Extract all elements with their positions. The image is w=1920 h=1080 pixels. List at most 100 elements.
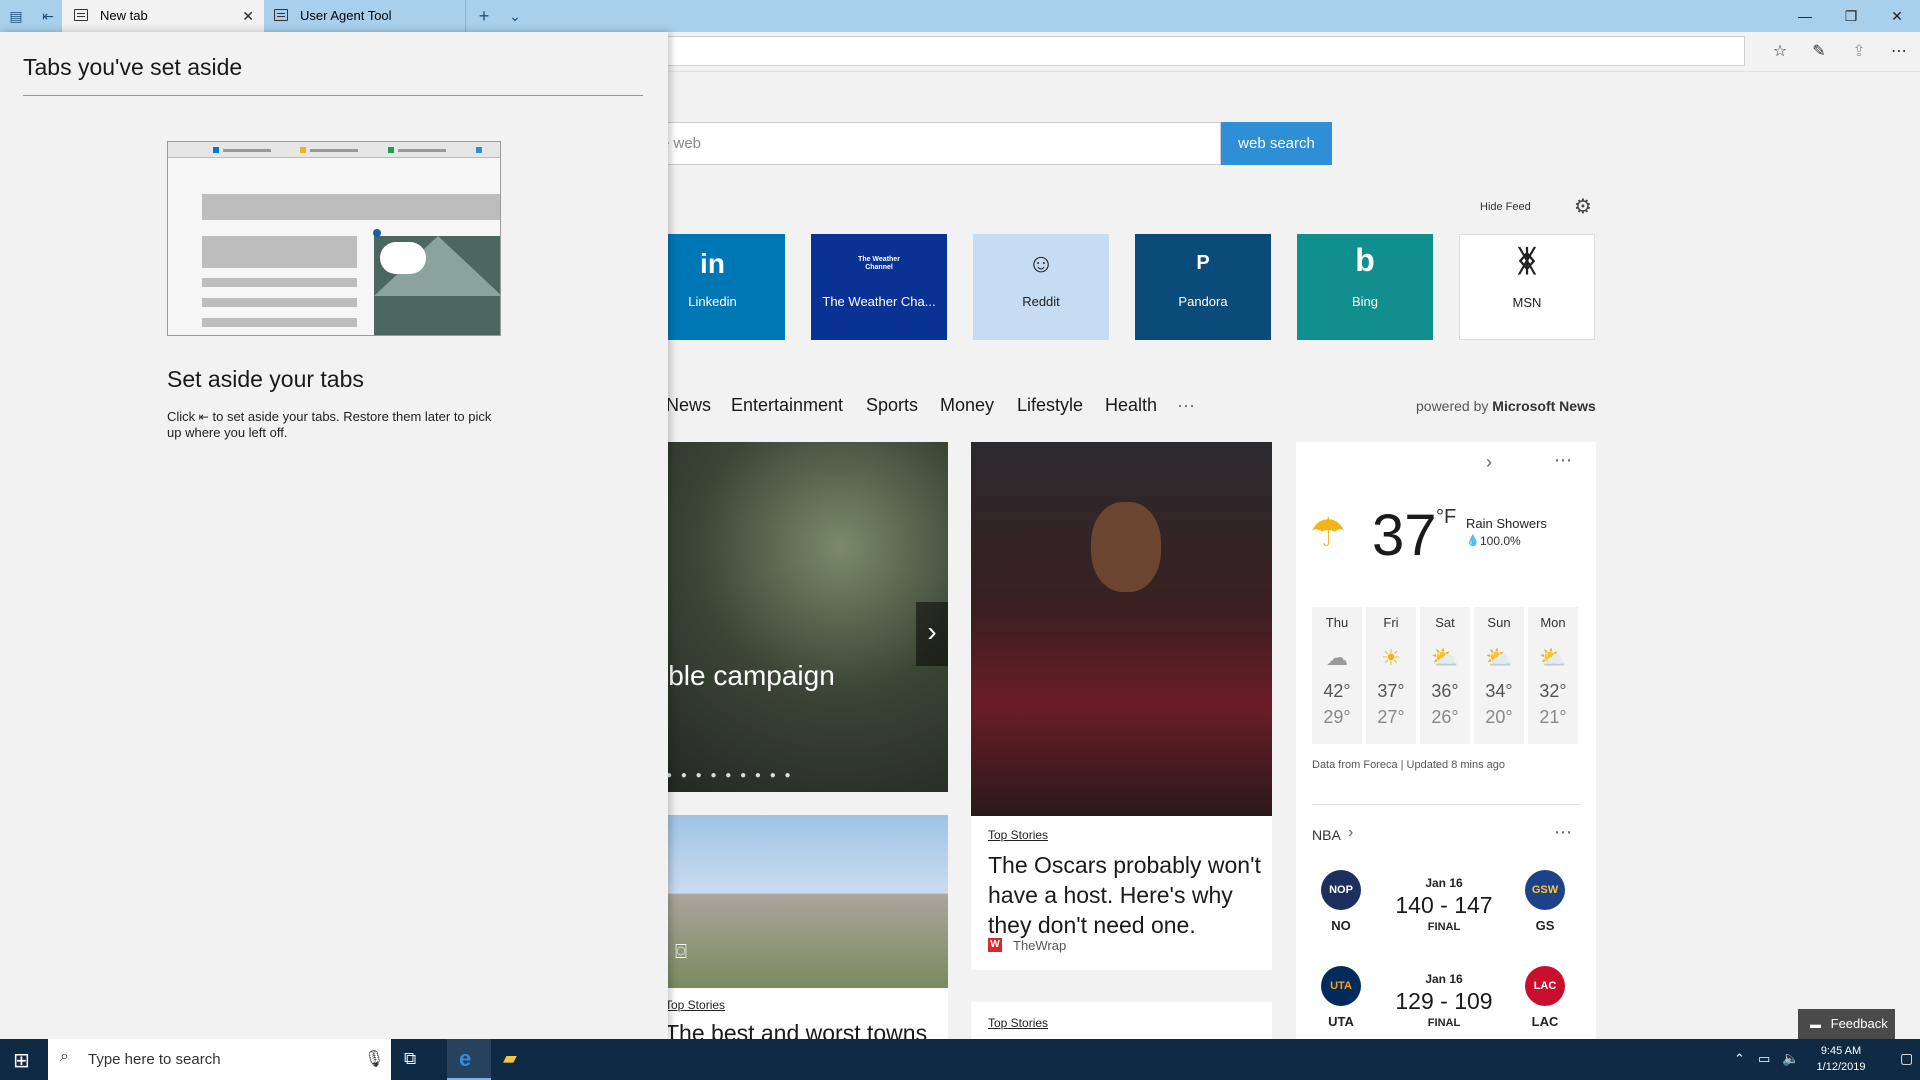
title-bar: ▤ ⇤ New tab ✕ User Agent Tool + ⌄ — ❐ ✕ bbox=[0, 0, 1920, 32]
team-abbr: LAC bbox=[1531, 1014, 1559, 1029]
carousel-next-icon[interactable]: › bbox=[916, 602, 948, 666]
forecast-low: 29° bbox=[1323, 707, 1351, 727]
game-score[interactable]: Jan 16 140 - 147 FINAL bbox=[1369, 876, 1519, 933]
chevron-up-icon[interactable]: ⌃ bbox=[1734, 1051, 1745, 1067]
tile-pandora[interactable]: P Pandora bbox=[1135, 234, 1271, 340]
illus-line bbox=[202, 278, 357, 287]
tabs-aside-icon[interactable]: ▤ bbox=[6, 6, 26, 26]
taskbar-edge-button[interactable]: e bbox=[447, 1039, 491, 1080]
forecast-low: 27° bbox=[1377, 707, 1405, 727]
hide-feed-link[interactable]: Hide Feed bbox=[1480, 201, 1531, 213]
nav-sports[interactable]: Sports bbox=[866, 395, 918, 416]
article-tag[interactable]: Top Stories bbox=[665, 998, 725, 1012]
hero-carousel[interactable]: ible campaign › ● ● ● ● ● ● ● ● ● bbox=[640, 442, 948, 792]
team-home[interactable]: NOP NO bbox=[1311, 870, 1371, 933]
team-home[interactable]: UTA UTA bbox=[1311, 966, 1371, 1029]
article-card-oscars[interactable]: Top Stories The Oscars probably won't ha… bbox=[971, 816, 1272, 970]
taskbar: ⊞ ⌕ Type here to search 🎙 ⧉ e ▰ ⌃ ▭ 🔈 9:… bbox=[0, 1039, 1920, 1080]
weather-footer: Data from Foreca | Updated 8 mins ago bbox=[1312, 759, 1506, 771]
illus-line bbox=[202, 318, 357, 327]
chevron-right-icon[interactable]: › bbox=[1486, 452, 1492, 473]
article-image-houses[interactable]: ⌼ bbox=[640, 815, 948, 988]
chevron-down-icon[interactable]: ⌄ bbox=[505, 6, 525, 26]
more-icon[interactable]: ⋯ bbox=[1887, 40, 1911, 64]
more-icon[interactable]: ⋯ bbox=[1554, 450, 1572, 471]
pen-icon[interactable]: ✎ bbox=[1807, 40, 1831, 64]
illus-cloud bbox=[380, 242, 426, 274]
illus-tab-bar bbox=[223, 149, 271, 152]
nba-label[interactable]: NBA bbox=[1312, 827, 1341, 843]
task-view-icon[interactable]: ⧉ bbox=[404, 1049, 416, 1069]
game-status: FINAL bbox=[1427, 1017, 1461, 1029]
tab-label: User Agent Tool bbox=[300, 8, 392, 23]
tab-new-tab[interactable]: New tab ✕ bbox=[62, 0, 264, 32]
notification-icon[interactable]: ▢ bbox=[1900, 1050, 1913, 1067]
forecast-day[interactable]: Fri ☀ 37° 27° bbox=[1366, 607, 1416, 744]
rain-cloud-icon: ☂ bbox=[1310, 511, 1346, 555]
team-away[interactable]: LAC LAC bbox=[1515, 966, 1575, 1029]
powered-by-brand: Microsoft News bbox=[1492, 398, 1596, 414]
powered-by: powered by Microsoft News bbox=[1416, 398, 1596, 414]
address-bar[interactable] bbox=[640, 36, 1745, 66]
bing-icon: b bbox=[1355, 242, 1375, 278]
article-title[interactable]: The best and worst towns bbox=[665, 1018, 927, 1039]
feedback-button[interactable]: ▬ Feedback bbox=[1798, 1009, 1895, 1039]
gear-icon[interactable]: ⚙ bbox=[1574, 194, 1592, 219]
article-tag[interactable]: Top Stories bbox=[988, 828, 1048, 842]
carousel-dots[interactable]: ● ● ● ● ● ● ● ● ● bbox=[666, 770, 794, 781]
article-title[interactable]: The Oscars probably won't have a host. H… bbox=[988, 850, 1263, 940]
minimize-button[interactable]: — bbox=[1782, 0, 1828, 32]
tile-msn[interactable]: ᛤ MSN bbox=[1459, 234, 1595, 340]
article-card[interactable]: Top Stories bbox=[971, 1002, 1272, 1039]
restore-button[interactable]: ❐ bbox=[1828, 0, 1874, 32]
new-tab-plus-icon[interactable]: + bbox=[474, 6, 494, 26]
web-search-button[interactable]: web search bbox=[1221, 122, 1332, 165]
powered-by-prefix: powered by bbox=[1416, 398, 1489, 414]
team-away[interactable]: GSW GS bbox=[1515, 870, 1575, 933]
game-score[interactable]: Jan 16 129 - 109 FINAL bbox=[1369, 972, 1519, 1029]
edge-icon: e bbox=[459, 1046, 472, 1071]
forecast-day[interactable]: Mon ⛅ 32° 21° bbox=[1528, 607, 1578, 744]
forecast-day[interactable]: Thu ☁ 42° 29° bbox=[1312, 607, 1362, 744]
set-aside-tabs-icon[interactable]: ⇤ bbox=[38, 6, 58, 26]
file-explorer-icon[interactable]: ▰ bbox=[503, 1048, 517, 1069]
nav-entertainment[interactable]: Entertainment bbox=[731, 395, 843, 416]
msn-icon: ᛤ bbox=[1518, 245, 1536, 278]
tile-weather-channel[interactable]: The Weather Channel The Weather Cha... bbox=[811, 234, 947, 340]
close-window-button[interactable]: ✕ bbox=[1874, 0, 1920, 32]
nav-money[interactable]: Money bbox=[940, 395, 994, 416]
windows-start-icon[interactable]: ⊞ bbox=[13, 1048, 30, 1073]
forecast-day[interactable]: Sat ⛅ 36° 26° bbox=[1420, 607, 1470, 744]
illus-tab-bar bbox=[310, 149, 358, 152]
close-icon[interactable]: ✕ bbox=[242, 0, 254, 32]
microphone-icon[interactable]: 🎙 bbox=[364, 1049, 384, 1069]
chevron-right-icon[interactable]: › bbox=[1348, 824, 1353, 842]
desc-suffix: to set aside your tabs. Restore them lat… bbox=[167, 409, 492, 440]
volume-icon[interactable]: 🔈 bbox=[1782, 1050, 1799, 1067]
nav-news[interactable]: News bbox=[666, 395, 711, 416]
article-image-portrait[interactable] bbox=[971, 442, 1272, 816]
network-icon[interactable]: ▭ bbox=[1758, 1051, 1770, 1067]
forecast-day[interactable]: Sun ⛅ 34° 20° bbox=[1474, 607, 1524, 744]
article-source[interactable]: TheWrap bbox=[1013, 938, 1066, 953]
panel-description: Click ⇤ to set aside your tabs. Restore … bbox=[167, 409, 507, 440]
clock[interactable]: 9:45 AM 1/12/2019 bbox=[1806, 1043, 1876, 1075]
search-input[interactable]: e web bbox=[640, 122, 1221, 165]
article-tag[interactable]: Top Stories bbox=[988, 1016, 1048, 1030]
set-aside-icon: ⇤ bbox=[198, 410, 209, 424]
more-icon[interactable]: ⋯ bbox=[1554, 822, 1572, 843]
tab-user-agent-tool[interactable]: User Agent Tool bbox=[264, 0, 466, 32]
favorites-icon[interactable]: ☆ bbox=[1768, 40, 1792, 64]
tile-bing[interactable]: b Bing bbox=[1297, 234, 1433, 340]
nav-more-icon[interactable]: ··· bbox=[1177, 395, 1195, 416]
droplet-icon: 💧 bbox=[1466, 535, 1480, 547]
nav-health[interactable]: Health bbox=[1105, 395, 1157, 416]
illus-tab-dot bbox=[388, 147, 394, 153]
illus-cursor-dot bbox=[373, 229, 381, 237]
article-card[interactable]: Top Stories The best and worst towns bbox=[640, 988, 948, 1039]
tile-reddit[interactable]: ☺ Reddit bbox=[973, 234, 1109, 340]
share-icon[interactable]: ⇪ bbox=[1847, 40, 1871, 64]
forecast-day-name: Sat bbox=[1435, 615, 1455, 630]
taskbar-search[interactable]: ⌕ Type here to search 🎙 bbox=[48, 1039, 391, 1080]
nav-lifestyle[interactable]: Lifestyle bbox=[1017, 395, 1083, 416]
